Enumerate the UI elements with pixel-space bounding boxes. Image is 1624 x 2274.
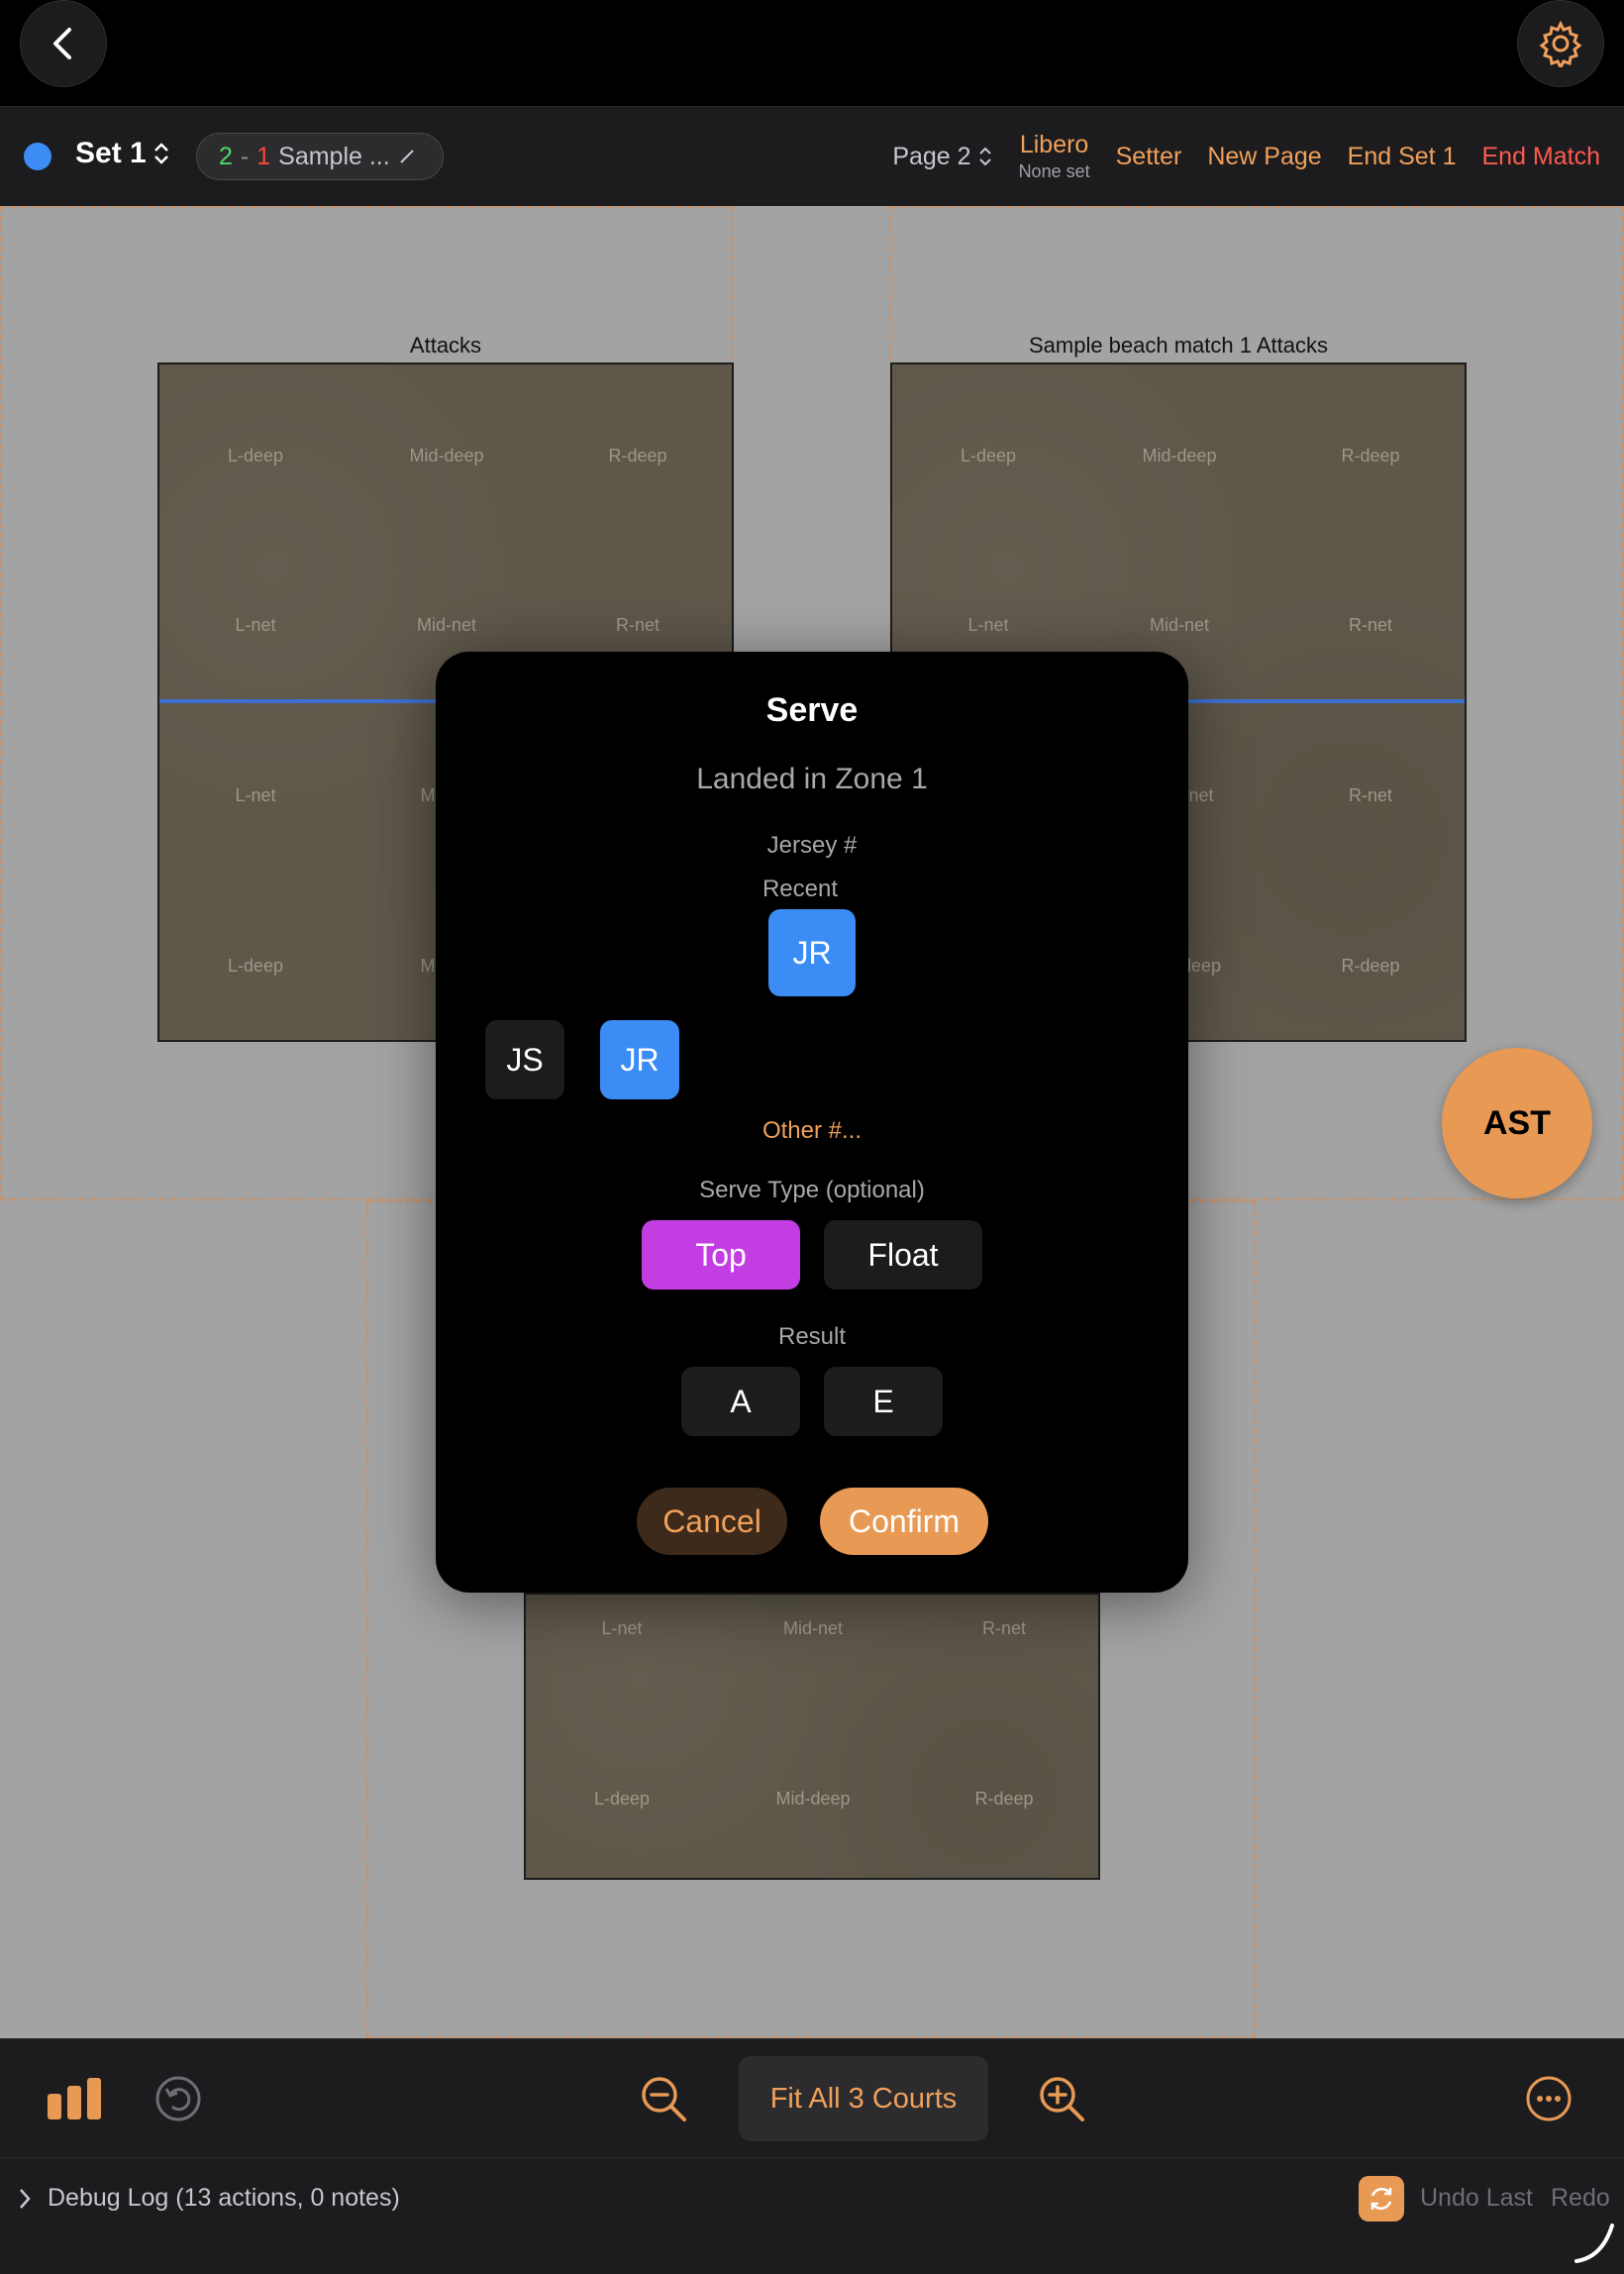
pencil-icon — [399, 150, 414, 163]
zone-label: R-net — [1348, 785, 1393, 805]
libero-button[interactable]: Libero None set — [1019, 132, 1090, 180]
stats-button[interactable] — [46, 2069, 105, 2128]
zone-label: L-net — [601, 1618, 643, 1638]
chevron-right-icon — [20, 2188, 31, 2209]
cancel-button[interactable]: Cancel — [637, 1488, 787, 1555]
zone-label: L-net — [235, 785, 276, 805]
court-bottom[interactable]: L-net Mid-net R-net L-deep Mid-deep R-de… — [524, 1593, 1100, 1880]
zone-label: R-net — [981, 1618, 1027, 1638]
undo-button[interactable] — [149, 2069, 208, 2128]
zoom-in-icon — [1040, 2077, 1084, 2121]
ellipsis-circle-icon — [1526, 2076, 1572, 2121]
debug-log-toggle[interactable]: Debug Log (13 actions, 0 notes) — [16, 2184, 400, 2213]
score-pill[interactable]: 2 - 1 Sample ... — [196, 133, 444, 180]
score-away: 1 — [256, 142, 271, 170]
serve-type-label: Serve Type (optional) — [699, 1177, 925, 1203]
page-selector[interactable]: Page 2 — [892, 143, 992, 171]
zone-label: L-net — [235, 615, 276, 635]
zone-label: net — [1188, 785, 1214, 805]
zone-label: L-deep — [227, 446, 284, 465]
zone-label: Mid-deep — [775, 1789, 851, 1809]
zone-label: R-deep — [974, 1789, 1034, 1809]
serve-dialog: Serve Landed in Zone 1 Jersey # Recent J… — [436, 652, 1188, 1593]
zone-label: R-deep — [1341, 956, 1400, 976]
score-home: 2 — [219, 142, 233, 170]
serve-type-float-button[interactable]: Float — [824, 1220, 982, 1290]
sync-button[interactable] — [1359, 2176, 1404, 2222]
libero-value: None set — [1018, 160, 1090, 181]
result-e-button[interactable]: E — [824, 1367, 943, 1436]
serve-type-top-button[interactable]: Top — [642, 1220, 800, 1290]
zoom-out-button[interactable] — [634, 2069, 693, 2128]
bar-chart-icon — [48, 2078, 101, 2119]
zone-label: L-net — [967, 615, 1009, 635]
debug-log-label: Debug Log (13 actions, 0 notes) — [48, 2184, 400, 2212]
recent-label: Recent — [761, 876, 839, 902]
chevron-left-icon — [53, 28, 71, 59]
jersey-button[interactable]: JS — [485, 1020, 564, 1099]
top-bar — [0, 0, 1624, 107]
chevron-up-down-icon — [978, 147, 991, 166]
jersey-label: Jersey # — [766, 832, 858, 859]
new-page-button[interactable]: New Page — [1207, 143, 1321, 171]
set-actions: Page 2 Libero None set Setter New Page E… — [892, 107, 1600, 206]
zone-label: L-deep — [227, 956, 284, 976]
gear-icon — [1539, 20, 1582, 67]
back-button[interactable] — [20, 0, 107, 87]
zone-label: Mid-deep — [409, 446, 484, 465]
jersey-button[interactable]: JR — [600, 1020, 679, 1099]
zone-label: L-deep — [960, 446, 1017, 465]
bottom-toolbar: Fit All 3 Courts — [0, 2038, 1624, 2157]
zone-label: R-net — [1348, 615, 1393, 635]
libero-label: Libero — [1019, 131, 1089, 159]
result-a-button[interactable]: A — [681, 1367, 800, 1436]
fit-all-courts-button[interactable]: Fit All 3 Courts — [739, 2056, 988, 2141]
resize-handle-icon[interactable] — [1573, 2222, 1616, 2265]
zoom-out-icon — [642, 2077, 686, 2121]
set-bar: Set 1 2 - 1 Sample ... Page 2 Libero Non… — [0, 107, 1624, 206]
zone-label: Mid-net — [416, 615, 477, 635]
court-title-left: Attacks — [409, 333, 482, 358]
score-separator: - — [240, 142, 250, 170]
result-label: Result — [777, 1323, 847, 1350]
sync-icon — [1370, 2187, 1392, 2211]
court-title-right: Sample beach match 1 Attacks — [1028, 333, 1329, 358]
zone-label: R-net — [615, 615, 660, 635]
debug-bar: Debug Log (13 actions, 0 notes) Undo Las… — [0, 2157, 1624, 2274]
undo-circle-icon — [155, 2076, 201, 2121]
recent-jersey-button[interactable]: JR — [768, 909, 856, 996]
end-match-button[interactable]: End Match — [1481, 143, 1600, 171]
more-button[interactable] — [1519, 2069, 1578, 2128]
dialog-subtitle: Landed in Zone 1 — [696, 763, 928, 795]
zone-label: R-deep — [608, 446, 667, 465]
zone-label: Mid-net — [1149, 615, 1210, 635]
set-selector[interactable]: Set 1 — [75, 137, 170, 170]
redo-button[interactable]: Redo — [1551, 2184, 1610, 2213]
zone-label: R-deep — [1341, 446, 1400, 465]
set-color-dot — [24, 143, 51, 170]
zone-label: L-deep — [593, 1789, 651, 1809]
zone-label: Mid-net — [782, 1618, 844, 1638]
settings-button[interactable] — [1517, 0, 1604, 87]
other-jersey-link[interactable]: Other #... — [436, 1117, 1188, 1145]
chevron-up-down-icon — [153, 143, 168, 164]
set-label: Set 1 — [75, 137, 147, 169]
undo-last-button[interactable]: Undo Last — [1420, 2184, 1533, 2213]
match-name: Sample ... — [278, 142, 390, 170]
ast-button[interactable]: AST — [1442, 1048, 1592, 1198]
confirm-button[interactable]: Confirm — [820, 1488, 988, 1555]
dialog-title: Serve — [765, 691, 859, 729]
page-label: Page 2 — [892, 142, 971, 170]
setter-button[interactable]: Setter — [1116, 143, 1182, 171]
zone-label: Mid-deep — [1142, 446, 1217, 465]
end-set-button[interactable]: End Set 1 — [1348, 143, 1457, 171]
zoom-in-button[interactable] — [1032, 2069, 1091, 2128]
